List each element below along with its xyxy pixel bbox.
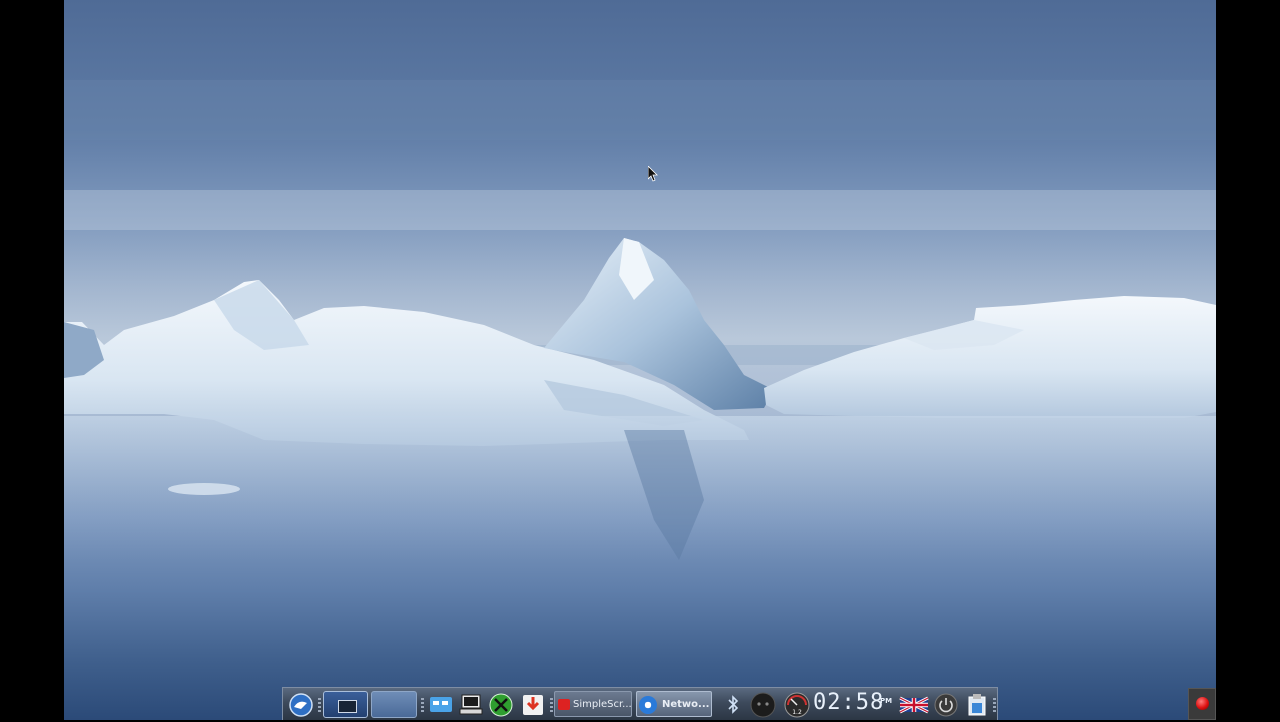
file-manager-icon <box>430 697 452 712</box>
taskbar-grip[interactable] <box>318 698 321 712</box>
xbox-icon <box>489 693 513 717</box>
clock-ampm: PM <box>880 697 893 705</box>
cpu-gauge[interactable]: 1.2 <box>783 691 811 718</box>
bluetooth-button[interactable] <box>721 691 745 718</box>
taskbar-grip[interactable] <box>993 698 996 712</box>
screen: SimpleScr... Netwo... 1.2 02:58 PM <box>0 0 1280 720</box>
record-app-icon <box>558 699 570 710</box>
clipboard-icon <box>968 694 986 716</box>
taskbar-grip[interactable] <box>421 698 424 712</box>
taskbar-grip[interactable] <box>550 698 553 712</box>
iceberg-scene <box>64 80 1216 560</box>
task-simplescreenrecorder[interactable]: SimpleScr... <box>554 691 632 717</box>
terminal-launcher[interactable] <box>457 691 485 718</box>
power-icon <box>934 693 958 717</box>
uk-keyboard-layout-button[interactable] <box>899 691 929 718</box>
xbox-launcher[interactable] <box>487 691 515 718</box>
desktop-wallpaper[interactable] <box>64 0 1216 720</box>
workspace-window-thumbnail <box>338 700 357 713</box>
download-icon <box>523 695 543 715</box>
task-network[interactable]: Netwo... <box>636 691 712 717</box>
cpu-gauge-value: 1.2 <box>792 709 802 716</box>
recording-indicator[interactable] <box>1188 688 1216 720</box>
mouse-cursor-icon <box>648 166 658 182</box>
terminal-icon <box>459 694 483 715</box>
app-launcher-button[interactable] <box>287 691 315 718</box>
power-button[interactable] <box>932 691 960 718</box>
bluetooth-icon <box>728 695 739 714</box>
download-launcher[interactable] <box>519 691 547 718</box>
uk-flag-icon <box>899 696 929 714</box>
task-label: Netwo... <box>662 699 710 710</box>
task-label: SimpleScr... <box>573 699 632 710</box>
clipboard-button[interactable] <box>964 691 990 718</box>
app-launcher-icon <box>289 693 313 717</box>
system-monitor-icon <box>750 692 776 718</box>
clock-time[interactable]: 02:58 <box>813 688 884 718</box>
workspace-2-button[interactable] <box>371 691 417 718</box>
cpu-gauge-icon: 1.2 <box>784 692 810 718</box>
file-manager-launcher[interactable] <box>427 691 455 718</box>
record-dot-icon <box>1196 697 1209 710</box>
network-gear-icon <box>639 696 657 714</box>
system-monitor-button[interactable] <box>749 691 777 718</box>
workspace-1-button[interactable] <box>323 691 368 718</box>
